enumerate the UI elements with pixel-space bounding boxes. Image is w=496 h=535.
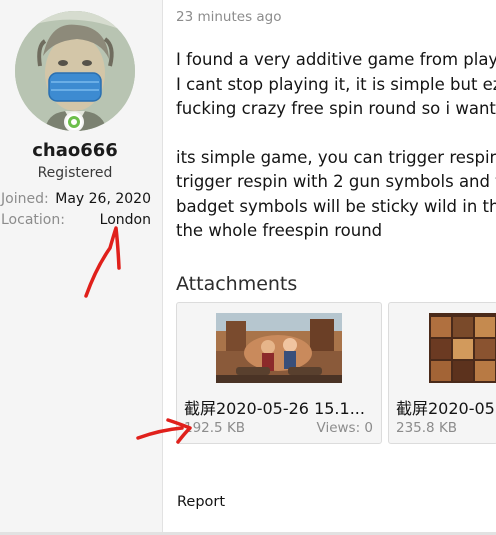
attachment-views: Views: 0	[316, 420, 374, 436]
joined-value: May 26, 2020	[55, 191, 151, 207]
post-time[interactable]: 23 minutes ago	[176, 9, 282, 25]
post-body: I found a very additive game from play I…	[176, 48, 496, 244]
username[interactable]: chao666	[0, 140, 150, 161]
post-line: its simple game, you can trigger respin	[176, 147, 496, 167]
attachment-thumbnail[interactable]	[216, 313, 342, 383]
attachment-thumbnail[interactable]	[429, 313, 496, 383]
joined-row: Joined: May 26, 2020	[1, 191, 151, 207]
post-line: badget symbols will be sticky wild in th	[176, 196, 496, 216]
attachment-card[interactable]: 截屏2020-05 235.8 KB	[388, 302, 496, 444]
location-row: Location: London	[1, 212, 151, 228]
attachment-name[interactable]: 截屏2020-05	[396, 395, 495, 419]
post-line: the whole freespin round	[176, 221, 383, 240]
attachment-size: 235.8 KB	[396, 420, 458, 436]
attachment-card[interactable]: 截屏2020-05-26 15.1... 192.5 KB Views: 0	[176, 302, 382, 444]
attachments-title: Attachments	[176, 273, 298, 295]
location-label: Location:	[1, 212, 65, 228]
user-title: Registered	[37, 165, 113, 181]
joined-label: Joined:	[1, 191, 49, 207]
attachment-name[interactable]: 截屏2020-05-26 15.1...	[184, 395, 365, 419]
post-line: trigger respin with 2 gun symbols and f	[176, 172, 496, 191]
post-line: I found a very additive game from play	[176, 50, 496, 69]
report-link[interactable]: Report	[177, 494, 225, 510]
post-line: I cant stop playing it, it is simple but…	[176, 74, 496, 94]
post-line: fucking crazy free spin round so i want	[176, 99, 496, 118]
location-value[interactable]: London	[100, 212, 151, 228]
online-status-icon	[64, 112, 84, 132]
attachment-size: 192.5 KB	[184, 420, 246, 436]
author-sidebar: chao666 Registered Joined: May 26, 2020 …	[0, 0, 163, 535]
